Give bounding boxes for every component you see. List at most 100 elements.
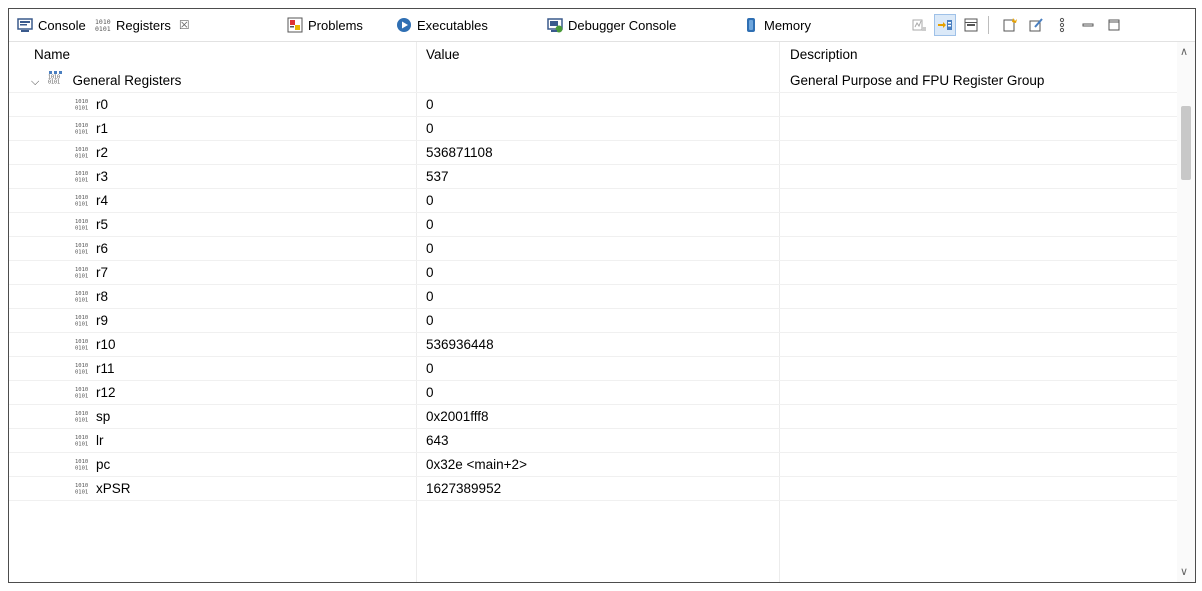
- table-row[interactable]: 1010 0101 r1 0: [9, 117, 1177, 141]
- table-row[interactable]: 1010 0101 r8 0: [9, 285, 1177, 309]
- tab-label: Console: [38, 17, 86, 33]
- scroll-up-icon[interactable]: ∧: [1180, 45, 1188, 58]
- table-row[interactable]: 1010 0101 xPSR 1627389952: [9, 477, 1177, 501]
- register-name-cell: 1010 0101 r3: [75, 165, 108, 189]
- register-name-cell: 1010 0101 r0: [75, 93, 108, 117]
- table-row[interactable]: 1010 0101 r10 536936448: [9, 333, 1177, 357]
- table-row[interactable]: 1010 0101 r7 0: [9, 261, 1177, 285]
- svg-text:0101: 0101: [75, 418, 88, 424]
- register-icon: 10100101: [75, 387, 88, 400]
- close-tab-icon[interactable]: ☒: [179, 18, 190, 32]
- column-header-name[interactable]: Name: [34, 42, 70, 68]
- svg-text:1010: 1010: [75, 219, 88, 225]
- svg-text:1010: 1010: [75, 171, 88, 177]
- register-value[interactable]: 0: [426, 261, 434, 285]
- register-value[interactable]: 0: [426, 93, 434, 117]
- column-header-description[interactable]: Description: [790, 42, 858, 68]
- layout-icon[interactable]: [908, 14, 930, 36]
- tab-registers[interactable]: 1010 0101 Registers ☒: [95, 9, 190, 41]
- register-value[interactable]: 1627389952: [426, 477, 501, 501]
- register-value[interactable]: 536871108: [426, 141, 493, 165]
- register-name-cell: 1010 0101 r8: [75, 285, 108, 309]
- register-value[interactable]: 0: [426, 381, 434, 405]
- register-tree: ⌵ 1010 0101 General Registers General Pur…: [9, 69, 1177, 501]
- register-group-row[interactable]: ⌵ 1010 0101 General Registers General Pur…: [9, 69, 1177, 93]
- table-row[interactable]: 1010 0101 r3 537: [9, 165, 1177, 189]
- scroll-down-icon[interactable]: ∨: [1180, 565, 1188, 578]
- table-row[interactable]: 1010 0101 r9 0: [9, 309, 1177, 333]
- register-value[interactable]: 0: [426, 285, 434, 309]
- registers-view: Console 1010 0101 Registers ☒ Problems Ex…: [8, 8, 1196, 583]
- register-value[interactable]: 0: [426, 189, 434, 213]
- view-toolbar: [904, 9, 1125, 41]
- register-value[interactable]: 643: [426, 429, 449, 453]
- register-name: r12: [96, 385, 116, 400]
- register-value[interactable]: 536936448: [426, 333, 494, 357]
- register-name-cell: 1010 0101 r7: [75, 261, 108, 285]
- table-row[interactable]: 1010 0101 pc 0x32e <main+2>: [9, 453, 1177, 477]
- svg-text:1010: 1010: [75, 411, 88, 417]
- svg-text:0101: 0101: [48, 80, 60, 85]
- register-value[interactable]: 0: [426, 117, 434, 141]
- svg-text:1010: 1010: [75, 387, 88, 393]
- register-value[interactable]: 0: [426, 309, 434, 333]
- register-value[interactable]: 0x32e <main+2>: [426, 453, 527, 477]
- tab-debugger-console[interactable]: Debugger Console: [547, 9, 676, 41]
- register-value[interactable]: 0: [426, 357, 434, 381]
- register-value[interactable]: 0: [426, 213, 434, 237]
- register-icon: 10100101: [75, 459, 88, 472]
- table-row[interactable]: 1010 0101 r0 0: [9, 93, 1177, 117]
- svg-text:1010: 1010: [75, 123, 88, 129]
- register-icon: 10100101: [75, 291, 88, 304]
- svg-text:1010: 1010: [75, 267, 88, 273]
- vertical-scrollbar[interactable]: ∧ ∨: [1177, 42, 1195, 582]
- memory-icon: [743, 17, 759, 33]
- register-icon: 10100101: [75, 147, 88, 160]
- svg-text:0101: 0101: [75, 322, 88, 328]
- register-icon: 10100101: [75, 195, 88, 208]
- table-row[interactable]: 1010 0101 r2 536871108: [9, 141, 1177, 165]
- table-row[interactable]: 1010 0101 sp 0x2001fff8: [9, 405, 1177, 429]
- tab-memory[interactable]: Memory: [743, 9, 811, 41]
- tab-executables[interactable]: Executables: [396, 9, 488, 41]
- register-name: r4: [96, 193, 109, 208]
- register-icon: 10100101: [75, 363, 88, 376]
- table-row[interactable]: 1010 0101 r12 0: [9, 381, 1177, 405]
- add-register-group-icon[interactable]: [999, 14, 1021, 36]
- register-name: r7: [96, 265, 109, 280]
- show-type-names-icon[interactable]: [934, 14, 956, 36]
- register-value[interactable]: 537: [426, 165, 449, 189]
- register-name-cell: 1010 0101 lr: [75, 429, 104, 453]
- column-header-value[interactable]: Value: [426, 42, 460, 68]
- register-value[interactable]: 0x2001fff8: [426, 405, 489, 429]
- executables-icon: [396, 17, 412, 33]
- register-name-cell: 1010 0101 r4: [75, 189, 108, 213]
- table-row[interactable]: 1010 0101 lr 643: [9, 429, 1177, 453]
- table-row[interactable]: 1010 0101 r4 0: [9, 189, 1177, 213]
- register-name-cell: 1010 0101 sp: [75, 405, 110, 429]
- svg-text:0101: 0101: [75, 346, 88, 352]
- scrollbar-thumb[interactable]: [1181, 106, 1191, 180]
- debugger-console-icon: [547, 17, 563, 33]
- register-name: sp: [96, 409, 111, 424]
- minimize-icon[interactable]: [1077, 14, 1099, 36]
- maximize-icon[interactable]: [1103, 14, 1125, 36]
- table-row[interactable]: 1010 0101 r5 0: [9, 213, 1177, 237]
- table-row[interactable]: 1010 0101 r6 0: [9, 237, 1177, 261]
- register-name: xPSR: [96, 481, 131, 496]
- tab-console[interactable]: Console: [17, 9, 86, 41]
- chevron-down-icon[interactable]: ⌵: [31, 70, 41, 94]
- register-value[interactable]: 0: [426, 237, 434, 261]
- edit-register-group-icon[interactable]: [1025, 14, 1047, 36]
- register-name: r8: [96, 289, 109, 304]
- view-menu-icon[interactable]: [1051, 14, 1073, 36]
- svg-text:0101: 0101: [75, 442, 88, 448]
- svg-text:1010: 1010: [75, 291, 88, 297]
- collapse-all-icon[interactable]: [960, 14, 982, 36]
- table-row[interactable]: 1010 0101 r11 0: [9, 357, 1177, 381]
- tab-problems[interactable]: Problems: [287, 9, 363, 41]
- svg-text:0101: 0101: [75, 370, 88, 376]
- svg-text:1010: 1010: [75, 243, 88, 249]
- register-name: lr: [96, 433, 104, 448]
- register-group-name: General Registers: [72, 73, 182, 88]
